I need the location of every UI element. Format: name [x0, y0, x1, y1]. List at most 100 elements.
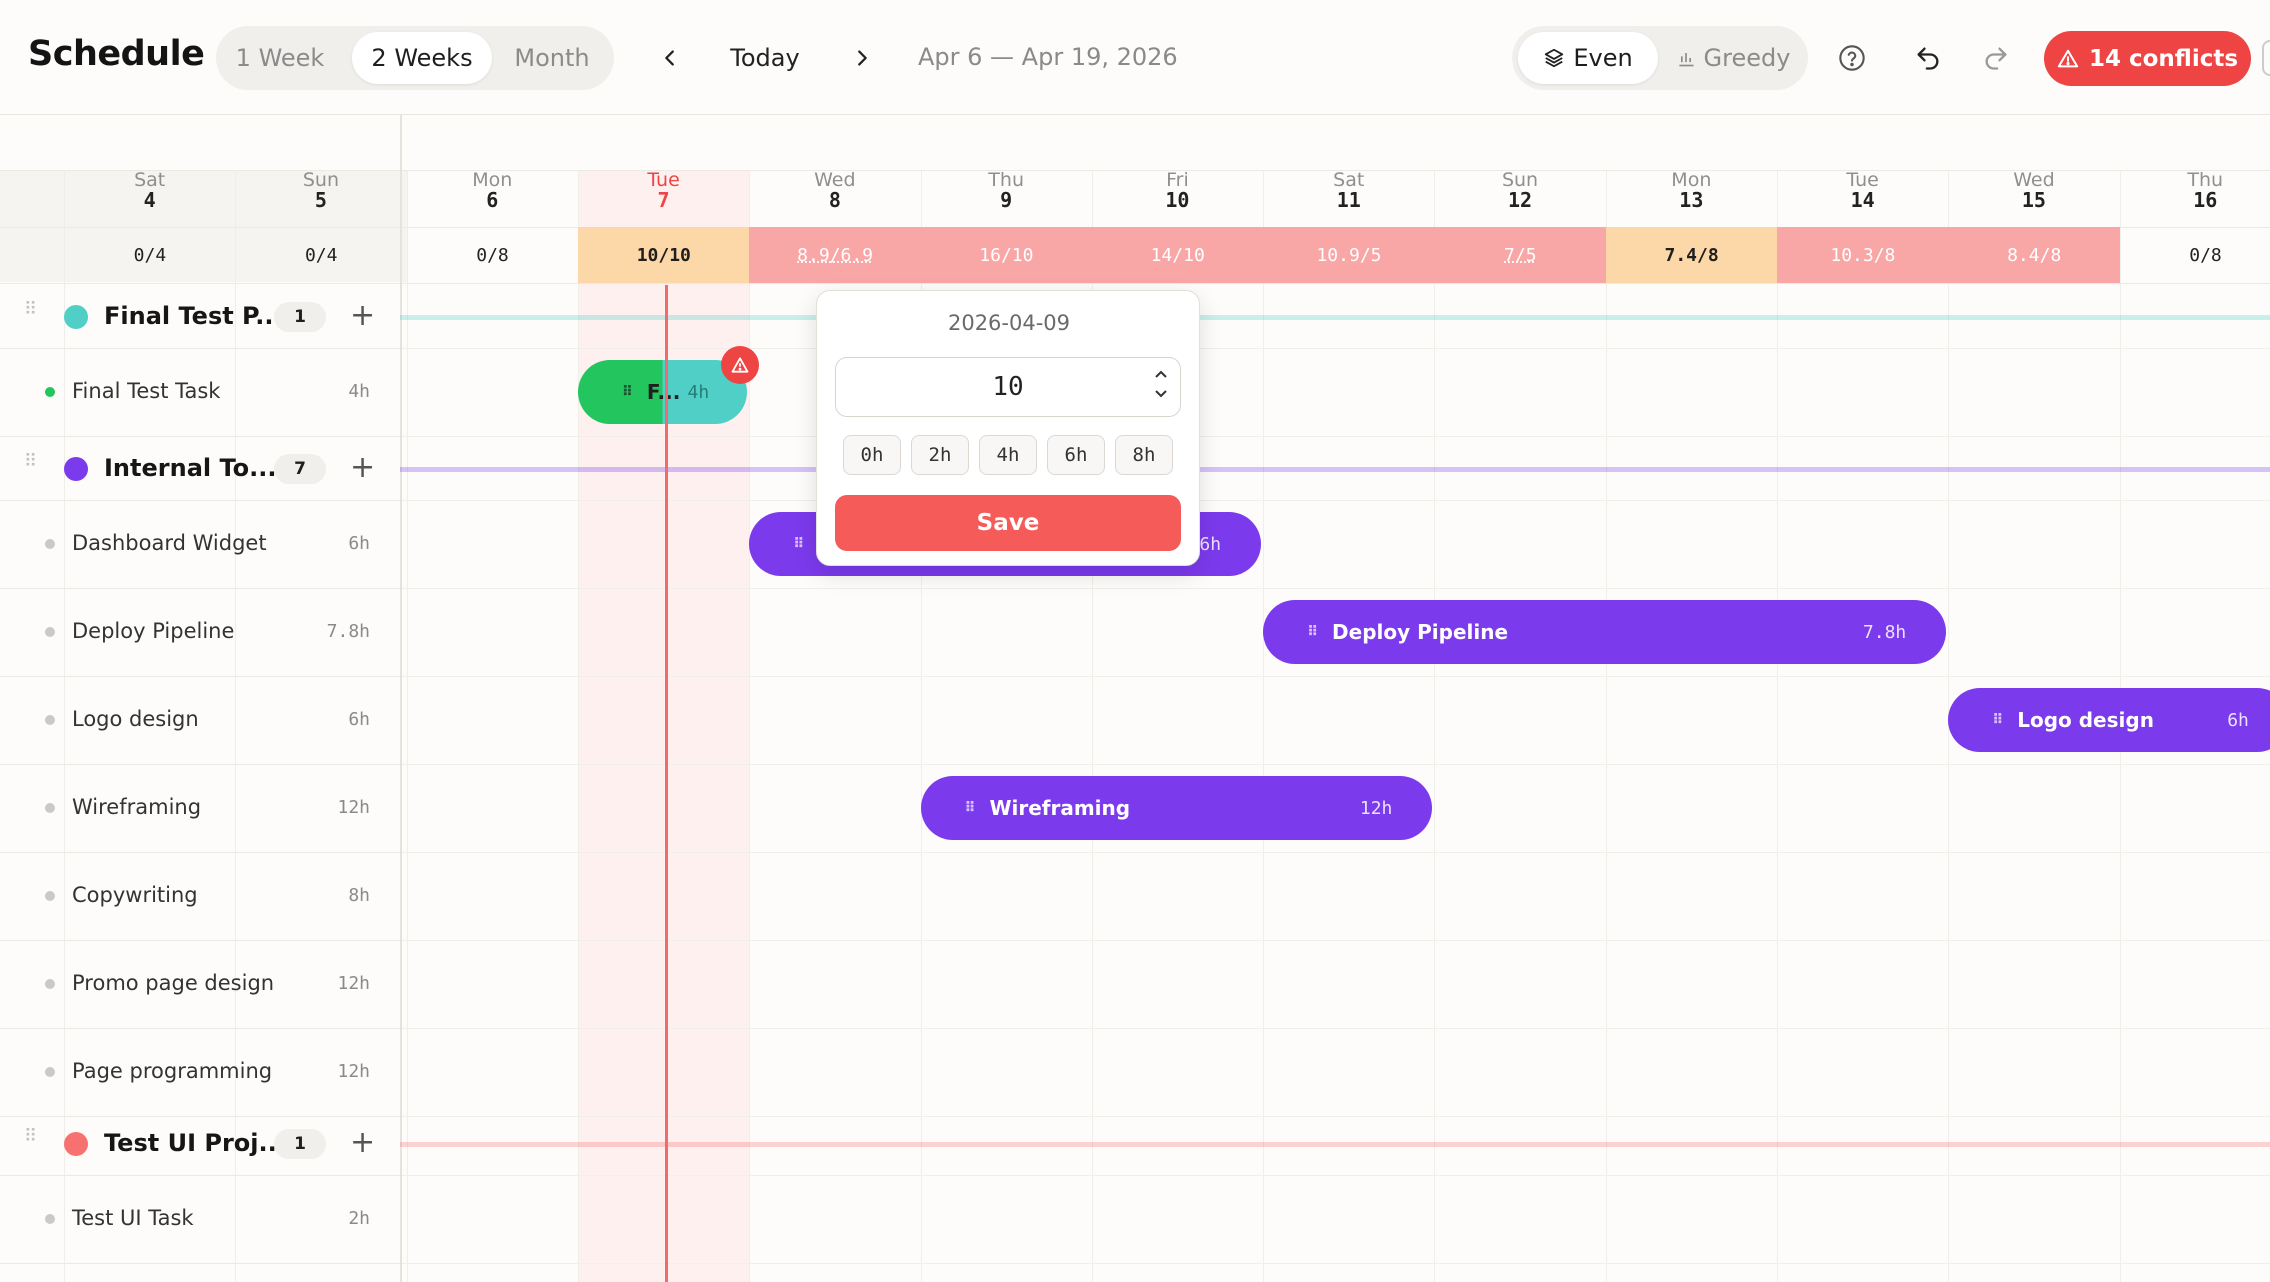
- task-status-dot: [45, 891, 55, 901]
- day-number: 15: [2021, 188, 2046, 212]
- capacity-cell[interactable]: 8.4/8: [1948, 227, 2121, 283]
- capacity-input[interactable]: 10: [835, 357, 1181, 417]
- app: Schedule 1 Week 2 Weeks Month Today Apr …: [0, 0, 2270, 1282]
- conflict-warning-icon[interactable]: [721, 346, 760, 384]
- day-of-week: Sat: [1333, 169, 1365, 191]
- task-name[interactable]: Deploy Pipeline: [72, 619, 234, 643]
- project-row[interactable]: ⠿ Final Test P... 1 +: [0, 285, 400, 348]
- drag-handle-icon[interactable]: ⠿: [24, 300, 38, 318]
- project-task-count: 1: [274, 1128, 326, 1159]
- capacity-cell[interactable]: 10.3/8: [1777, 227, 1949, 283]
- capacity-cell[interactable]: 7.4/8: [1605, 227, 1778, 283]
- project-row[interactable]: ⠿ Test UI Proj... 1 +: [0, 1112, 400, 1175]
- drag-handle-icon[interactable]: ⠿: [24, 1127, 38, 1145]
- drag-handle-icon[interactable]: ⠿: [24, 452, 38, 470]
- warning-icon: [731, 357, 749, 373]
- capacity-cell[interactable]: 0/8: [2120, 227, 2270, 283]
- task-row[interactable]: Wireframing 12h: [0, 764, 400, 852]
- day-of-week: Mon: [472, 169, 513, 191]
- project-name[interactable]: Final Test P...: [104, 302, 283, 330]
- add-task-button[interactable]: +: [350, 452, 375, 483]
- capacity-cell[interactable]: 14/10: [1091, 227, 1264, 283]
- capacity-cell[interactable]: 0/8: [407, 227, 579, 283]
- task-row[interactable]: Promo page design 12h: [0, 940, 400, 1028]
- overflow-toggle[interactable]: [2262, 40, 2270, 76]
- undo-button[interactable]: [1908, 38, 1948, 78]
- task-name[interactable]: Test UI Task: [72, 1206, 194, 1230]
- bar-drag-icon[interactable]: ⠿: [622, 384, 633, 400]
- grid-row-line: [400, 588, 2270, 589]
- day-header-cell: Thu 9: [921, 170, 1092, 226]
- quick-8h-button[interactable]: 8h: [1115, 435, 1173, 475]
- view-month-button[interactable]: Month: [502, 32, 602, 84]
- day-number: 7: [657, 188, 670, 212]
- task-status-dot: [45, 1214, 55, 1224]
- prev-period-button[interactable]: [650, 38, 690, 78]
- popover-date: 2026-04-09: [947, 311, 1071, 335]
- task-bar[interactable]: ⠿ Wireframing 12h: [920, 776, 1433, 840]
- bar-hours: 7.8h: [1862, 621, 1907, 643]
- bar-drag-icon[interactable]: ⠿: [965, 800, 976, 816]
- day-of-week: Sun: [1501, 169, 1539, 191]
- project-name[interactable]: Internal To...: [104, 454, 277, 482]
- quick-6h-button[interactable]: 6h: [1047, 435, 1105, 475]
- redo-button[interactable]: [1976, 38, 2016, 78]
- task-row[interactable]: Deploy Pipeline 7.8h: [0, 588, 400, 676]
- task-status-dot: [45, 387, 55, 397]
- task-hours: 12h: [337, 973, 370, 994]
- next-period-button[interactable]: [842, 38, 882, 78]
- task-hours: 12h: [337, 1061, 370, 1082]
- conflicts-button[interactable]: 14 conflicts: [2044, 31, 2251, 86]
- bar-drag-icon[interactable]: ⠿: [1307, 624, 1318, 640]
- capacity-cell[interactable]: 0/4: [64, 227, 236, 283]
- save-button[interactable]: Save: [835, 495, 1181, 551]
- row-divider: [0, 1263, 400, 1264]
- help-button[interactable]: [1832, 38, 1872, 78]
- layers-icon: [1545, 48, 1564, 68]
- today-button[interactable]: Today: [720, 38, 810, 78]
- capacity-cell[interactable]: 0/4: [235, 227, 407, 283]
- bar-label: Wireframing: [989, 796, 1131, 820]
- quick-0h-button[interactable]: 0h: [843, 435, 901, 475]
- capacity-cell[interactable]: 8.9/6.9: [749, 227, 921, 283]
- bar-drag-icon[interactable]: ⠿: [1992, 712, 2003, 728]
- mode-greedy-button[interactable]: Greedy: [1666, 32, 1800, 84]
- add-task-button[interactable]: +: [350, 300, 375, 331]
- day-of-week: Sat: [134, 169, 166, 191]
- capacity-cell[interactable]: 10.9/5: [1263, 227, 1435, 283]
- task-row[interactable]: Page programming 12h: [0, 1028, 400, 1116]
- task-name[interactable]: Logo design: [72, 707, 199, 731]
- capacity-cell[interactable]: 10/10: [577, 227, 750, 283]
- project-row[interactable]: ⠿ Internal To... 7 +: [0, 437, 400, 500]
- task-row[interactable]: Final Test Task 4h: [0, 348, 400, 436]
- task-name[interactable]: Promo page design: [72, 971, 274, 995]
- view-2-weeks-button[interactable]: 2 Weeks: [352, 32, 492, 84]
- view-1-week-button[interactable]: 1 Week: [228, 32, 332, 84]
- capacity-cell[interactable]: 7/5: [1434, 227, 1607, 283]
- day-number: 5: [314, 188, 327, 212]
- warning-icon: [2057, 49, 2079, 67]
- task-name[interactable]: Copywriting: [72, 883, 198, 907]
- task-row[interactable]: Copywriting 8h: [0, 852, 400, 940]
- project-task-count: 7: [274, 453, 326, 484]
- task-name[interactable]: Wireframing: [72, 795, 201, 819]
- day-number: 4: [143, 188, 156, 212]
- quick-4h-button[interactable]: 4h: [979, 435, 1037, 475]
- task-name[interactable]: Final Test Task: [72, 379, 220, 403]
- quick-2h-button[interactable]: 2h: [911, 435, 969, 475]
- task-row[interactable]: Dashboard Widget 6h: [0, 500, 400, 588]
- task-name[interactable]: Page programming: [72, 1059, 272, 1083]
- task-row[interactable]: Logo design 6h: [0, 676, 400, 764]
- add-task-button[interactable]: +: [350, 1127, 375, 1158]
- project-name[interactable]: Test UI Proj...: [104, 1129, 286, 1157]
- conflicts-label: 14 conflicts: [2088, 45, 2239, 72]
- task-row[interactable]: Test UI Task 2h: [0, 1175, 400, 1263]
- task-bar[interactable]: ⠿ Logo design 6h: [1948, 688, 2270, 752]
- bar-drag-icon[interactable]: ⠿: [793, 536, 804, 552]
- task-bar[interactable]: ⠿ Deploy Pipeline 7.8h: [1263, 600, 1947, 664]
- task-name[interactable]: Dashboard Widget: [72, 531, 267, 555]
- mode-even-button[interactable]: Even: [1518, 32, 1658, 84]
- capacity-cell[interactable]: 16/10: [920, 227, 1093, 283]
- capacity-spinner[interactable]: [1150, 366, 1172, 408]
- bar-chart-icon: [1678, 53, 1694, 67]
